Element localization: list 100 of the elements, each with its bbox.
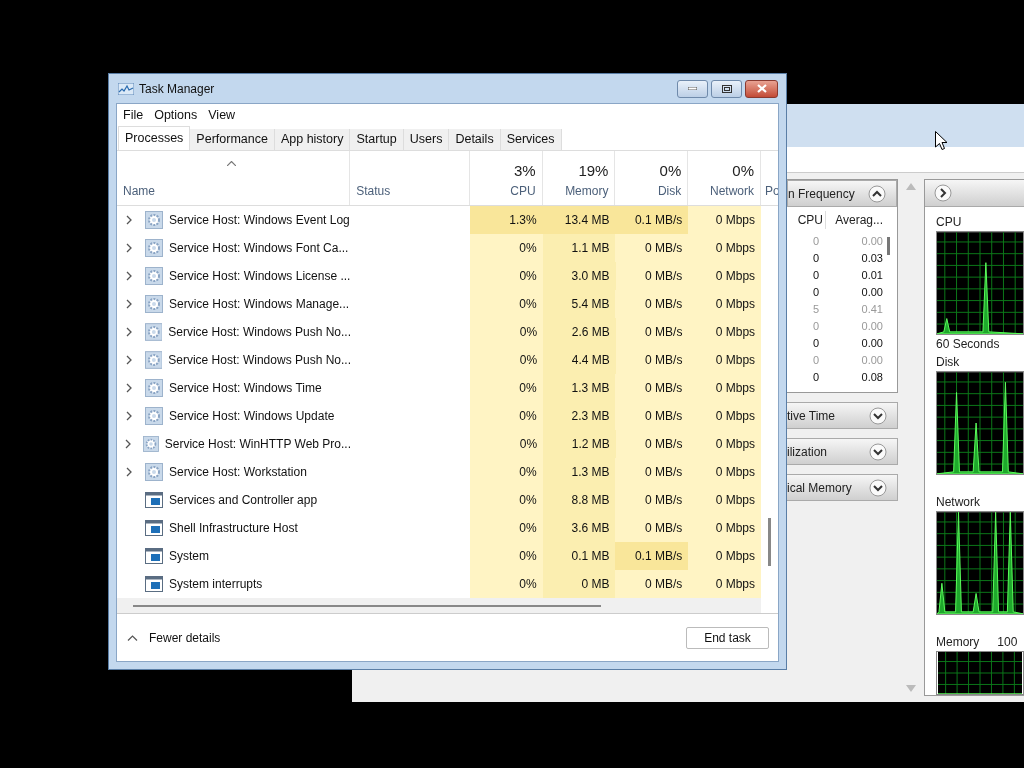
collapse-icon[interactable] (868, 184, 887, 203)
panel-header[interactable]: ilization (786, 438, 899, 465)
table-cell: 0 Mbps (688, 318, 762, 346)
table-cell: 0 MB/s (615, 262, 689, 290)
window-icon (145, 492, 163, 508)
chevron-right-icon[interactable] (125, 327, 132, 337)
column-header[interactable]: Disk (657, 182, 682, 200)
table-cell: 0 MB (542, 570, 616, 598)
sort-caret-icon (226, 161, 236, 166)
panel-title: ical Memory (787, 479, 852, 497)
table-cell-text: 0.00 (860, 285, 884, 301)
minimize-icon (688, 87, 697, 90)
chevron-right-icon[interactable] (124, 439, 131, 449)
scrollbar-thumb[interactable] (133, 604, 601, 607)
table-cell-text: 0.41 (860, 302, 884, 318)
gear-icon (145, 379, 163, 397)
process-name: Service Host: Windows Font Ca... (169, 240, 349, 257)
chevron-up-icon (127, 634, 138, 641)
menu-item[interactable]: View (208, 105, 236, 125)
process-name: Service Host: Windows Update (169, 408, 335, 425)
column-header[interactable]: Name (123, 182, 155, 200)
panel-header[interactable]: tive Time (786, 402, 899, 429)
gear-icon (145, 463, 163, 481)
table-cell: 13.4 MB (542, 206, 616, 234)
expand-icon[interactable] (869, 406, 888, 425)
table-cell: 0% (469, 542, 543, 570)
close-icon (756, 84, 767, 93)
table-cell: 0 MB/s (615, 570, 689, 598)
chevron-right-icon[interactable] (126, 383, 132, 393)
expand-icon[interactable] (869, 478, 888, 497)
table-cell: 0 MB/s (615, 374, 689, 402)
tab[interactable]: Processes (118, 126, 191, 150)
panel-header[interactable]: ical Memory (786, 474, 899, 501)
chevron-right-icon[interactable] (126, 215, 132, 225)
maximize-icon (721, 84, 732, 93)
table-cell: 0 Mbps (688, 486, 762, 514)
column-header[interactable]: CPU (787, 211, 825, 229)
close-button[interactable] (745, 79, 778, 98)
table-cell-text: 0.00 (860, 336, 884, 352)
tab[interactable]: Details (449, 129, 501, 150)
table-cell: 5.4 MB (542, 290, 616, 318)
gear-icon (144, 323, 163, 341)
process-name: Service Host: Windows Manage... (169, 296, 350, 313)
chevron-right-icon[interactable] (126, 467, 132, 477)
chevron-right-icon[interactable] (126, 411, 132, 421)
column-header[interactable]: Network (710, 182, 755, 200)
usage-percent: 19% (578, 160, 609, 181)
table-cell: 0 Mbps (688, 430, 762, 458)
panel-title: tive Time (787, 407, 835, 425)
table-cell: 2.3 MB (542, 402, 616, 430)
gear-icon (145, 407, 163, 425)
table-cell-text: 0.00 (860, 234, 884, 250)
graph-value: 100 (997, 634, 1018, 651)
table-cell: 0 MB/s (615, 402, 689, 430)
chevron-right-icon[interactable] (126, 271, 132, 281)
table-cell: 0 MB/s (615, 486, 689, 514)
tab[interactable]: Performance (190, 129, 275, 150)
table-cell: 0 MB/s (615, 514, 689, 542)
scrollbar-thumb[interactable] (887, 237, 891, 255)
menu-item[interactable]: Options (154, 105, 198, 125)
table-cell: 0% (470, 346, 544, 374)
window-icon (145, 520, 163, 536)
table-cell: 0 Mbps (688, 402, 762, 430)
tab[interactable]: Users (403, 129, 450, 150)
graph-caption: 60 Seconds (936, 336, 1001, 353)
table-cell-text: 0 (811, 251, 820, 267)
tab[interactable]: App history (274, 129, 351, 150)
tab[interactable]: Services (500, 129, 562, 150)
table-cell: 0 Mbps (688, 570, 762, 598)
table-cell: 0% (470, 318, 544, 346)
menu-item[interactable]: File (123, 105, 144, 125)
table-cell: 0 Mbps (688, 514, 762, 542)
maximize-button[interactable] (711, 79, 742, 98)
table-cell: 0% (469, 486, 543, 514)
scrollbar-thumb[interactable] (768, 518, 771, 566)
table-cell-text: 0.01 (860, 268, 884, 284)
table-cell: 1.2 MB (543, 430, 616, 458)
panel-header[interactable]: n Frequency (787, 180, 898, 207)
table-cell: 0.1 MB/s (615, 542, 689, 570)
table-cell-text: 0.03 (860, 251, 884, 267)
fewer-details-button[interactable]: Fewer details (127, 628, 221, 647)
column-header[interactable]: Averag... (825, 211, 887, 229)
expand-icon[interactable] (869, 442, 888, 461)
table-cell: 0.1 MB (542, 542, 616, 570)
column-header[interactable]: Status (356, 182, 391, 200)
chevron-right-icon[interactable] (934, 184, 952, 202)
chevron-right-icon[interactable] (126, 243, 132, 253)
table-cell: 0 Mbps (688, 458, 762, 486)
table-cell: 0 Mbps (688, 542, 762, 570)
chevron-right-icon[interactable] (126, 299, 132, 309)
gear-icon (144, 351, 163, 369)
chevron-right-icon[interactable] (125, 355, 132, 365)
column-header[interactable]: CPU (510, 182, 536, 200)
tab[interactable]: Startup (350, 129, 404, 150)
end-task-button[interactable]: End task (686, 626, 769, 649)
column-header[interactable]: Memory (565, 182, 609, 200)
gear-icon (142, 435, 159, 453)
panel-title: n Frequency (788, 185, 855, 203)
process-name: Service Host: Windows Push No... (168, 324, 351, 341)
process-name: Service Host: Windows Event Log (169, 212, 350, 229)
